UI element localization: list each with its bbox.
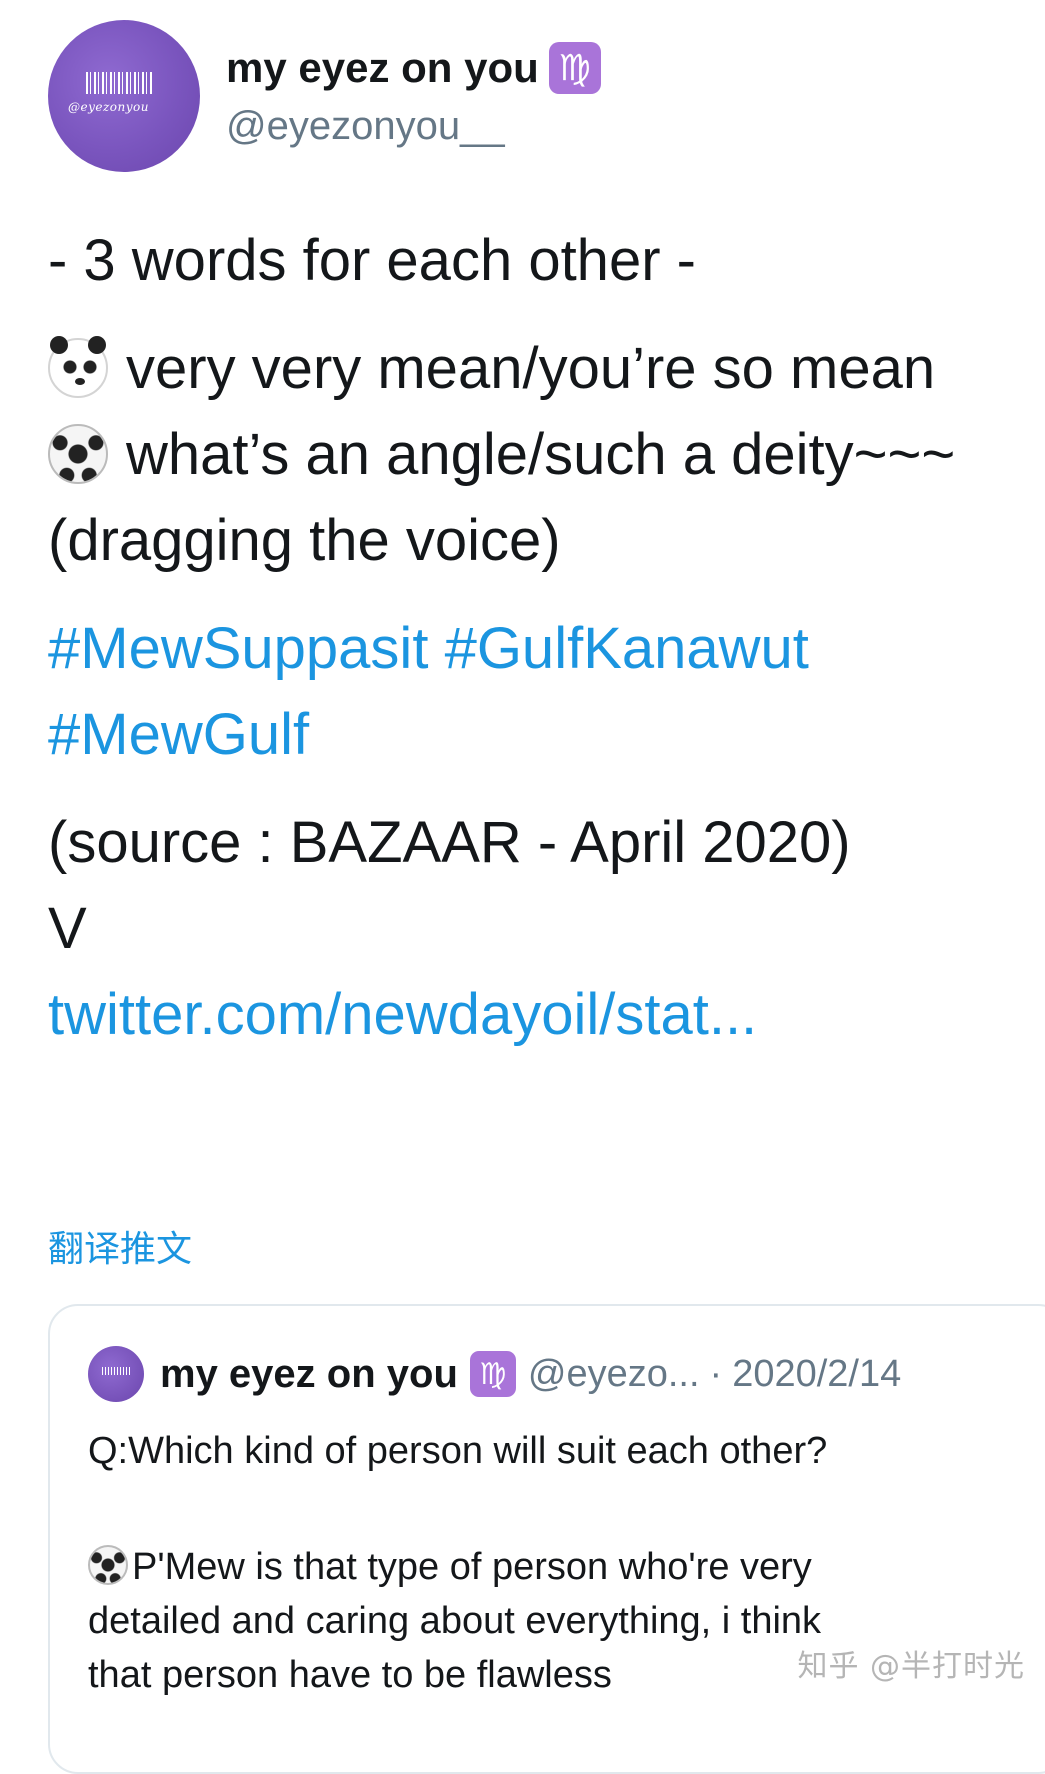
display-name-text: my eyez on you: [226, 44, 539, 91]
ball-line-text: what’s an angle/such a deity~~~: [126, 422, 956, 487]
quoted-tweet-header: my eyez on you ♍ @eyezo... · 2020/2/14: [88, 1344, 901, 1404]
watermark: 知乎 @半打时光: [797, 1649, 1025, 1684]
tweet-url-link[interactable]: twitter.com/newdayoil/stat...: [48, 972, 1038, 1058]
quoted-handle: @eyezo...: [527, 1352, 700, 1395]
tweet-header: @eyezonyou my eyez on you ♍ @eyezonyou__: [48, 20, 1008, 180]
virgo-zodiac-icon: ♍: [548, 42, 601, 94]
quoted-avatar: [88, 1346, 144, 1402]
panda-emoji-icon: [48, 336, 108, 398]
quoted-date: 2020/2/14: [732, 1352, 902, 1395]
hashtag-mewgulf[interactable]: #MewGulf: [48, 702, 309, 767]
quoted-separator: ·: [709, 1352, 723, 1395]
translate-tweet-link[interactable]: 翻译推文: [48, 1220, 192, 1272]
v-line: V: [48, 896, 87, 961]
tweet-body: - 3 words for each other - very very mea…: [48, 218, 1038, 1058]
hashtags-line: #MewSuppasit #GulfKanawut: [48, 606, 1038, 692]
quoted-answer-line: detailed and caring about everything, i …: [88, 1600, 822, 1642]
virgo-zodiac-icon: ♍: [469, 1351, 516, 1397]
avatar-caption: @eyezonyou: [68, 100, 149, 114]
hashtag-mewsuppasit[interactable]: #MewSuppasit: [48, 616, 428, 681]
quoted-question: Q:Which kind of person will suit each ot…: [88, 1430, 828, 1472]
soccer-ball-emoji-icon: [48, 424, 108, 484]
user-handle[interactable]: @eyezonyou__: [226, 104, 505, 149]
panda-line-text: very very mean/you’re so mean: [126, 336, 936, 401]
hashtags-line-2: #MewGulf: [48, 692, 1038, 778]
hashtag-gulfkanawut[interactable]: #GulfKanawut: [445, 616, 809, 681]
ball-line: what’s an angle/such a deity~~~: [48, 412, 1038, 498]
quoted-display-name: my eyez on you: [160, 1351, 458, 1396]
soccer-ball-emoji-icon: [88, 1545, 128, 1585]
panda-line: very very mean/you’re so mean: [48, 326, 1038, 412]
barcode-icon: [86, 72, 152, 94]
ball-line-continued: (dragging the voice): [48, 508, 561, 573]
display-name[interactable]: my eyez on you ♍: [226, 42, 601, 94]
avatar[interactable]: @eyezonyou: [48, 20, 200, 172]
quoted-tweet-card[interactable]: my eyez on you ♍ @eyezo... · 2020/2/14 Q…: [48, 1304, 1045, 1774]
quoted-answer-line: P'Mew is that type of person who're very: [88, 1540, 1045, 1594]
tweet-heading: - 3 words for each other -: [48, 228, 696, 293]
source-line: (source : BAZAAR - April 2020): [48, 810, 851, 875]
